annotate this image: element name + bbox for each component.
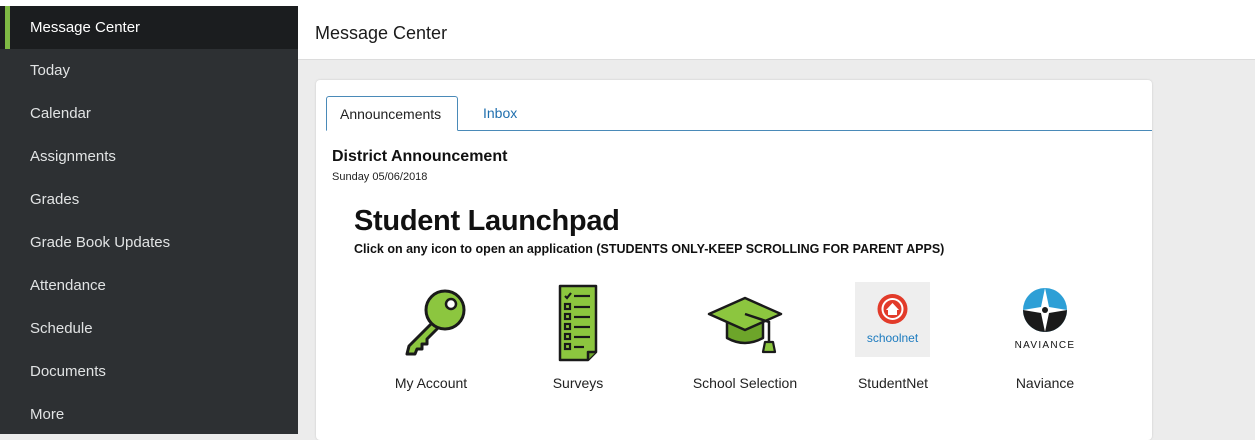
naviance-wordmark: NAVIANCE — [1014, 340, 1076, 351]
app-label: StudentNet — [857, 375, 929, 391]
key-icon — [391, 282, 471, 362]
message-card: Announcements Inbox District Announcemen… — [316, 80, 1152, 440]
schoolnet-wordmark: schoolnet — [866, 331, 919, 345]
tab-inbox[interactable]: Inbox — [470, 96, 530, 130]
app-naviance[interactable]: NAVIANCE Naviance — [965, 282, 1125, 402]
message-tabs: Announcements Inbox — [326, 96, 1152, 131]
schoolnet-logo-icon: schoolnet — [853, 282, 933, 362]
page-header: Message Center — [298, 6, 1255, 60]
sidebar-item-assignments[interactable]: Assignments — [0, 135, 298, 178]
sidebar-item-grade-book-updates[interactable]: Grade Book Updates — [0, 221, 298, 264]
app-label: My Account — [394, 375, 468, 391]
app-label: Naviance — [1015, 375, 1075, 391]
survey-icon — [538, 282, 618, 362]
sidebar-item-more[interactable]: More — [0, 393, 298, 436]
app-my-account[interactable]: My Account — [351, 282, 511, 402]
announcement-title: District Announcement — [332, 148, 508, 165]
sidebar-item-documents[interactable]: Documents — [0, 350, 298, 393]
sidebar-item-today[interactable]: Today — [0, 49, 298, 92]
page-title: Message Center — [315, 23, 448, 43]
app-studentnet[interactable]: schoolnet StudentNet — [813, 282, 973, 402]
sidebar-item-schedule[interactable]: Schedule — [0, 307, 298, 350]
naviance-logo-icon: NAVIANCE — [1005, 282, 1085, 362]
graduation-cap-icon — [705, 282, 785, 362]
launchpad-subheading: Click on any icon to open an application… — [354, 242, 945, 256]
tab-announcements[interactable]: Announcements — [326, 96, 458, 131]
sidebar-item-grades[interactable]: Grades — [0, 178, 298, 221]
app-school-selection[interactable]: School Selection — [665, 282, 825, 402]
announcement-date: Sunday 05/06/2018 — [332, 171, 428, 183]
sidebar-nav: Message Center Today Calendar Assignment… — [0, 6, 298, 434]
sidebar-item-attendance[interactable]: Attendance — [0, 264, 298, 307]
sidebar-item-calendar[interactable]: Calendar — [0, 92, 298, 135]
launchpad-heading: Student Launchpad — [354, 205, 620, 237]
app-label: Surveys — [552, 375, 604, 391]
app-surveys[interactable]: Surveys — [498, 282, 658, 402]
app-label: School Selection — [692, 375, 798, 391]
sidebar-item-message-center[interactable]: Message Center — [0, 6, 298, 49]
